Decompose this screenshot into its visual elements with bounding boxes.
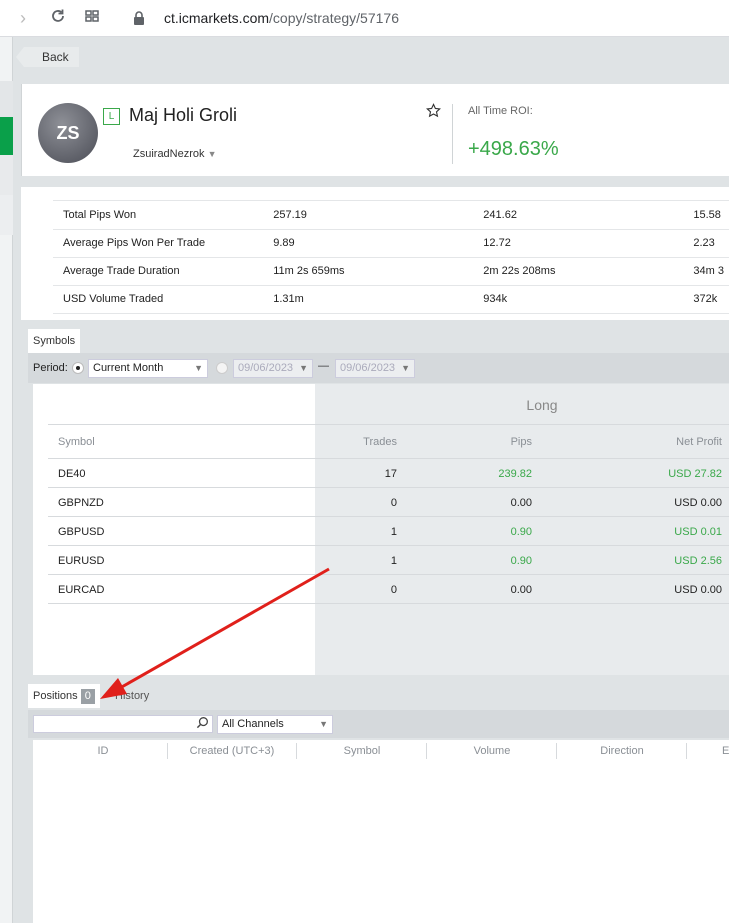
annotation-arrow [100, 567, 330, 699]
